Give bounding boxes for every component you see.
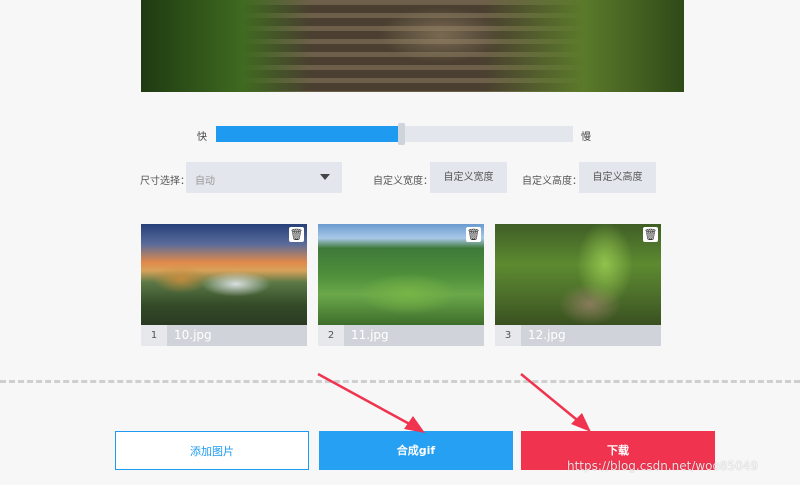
caret-down-icon [320,174,330,180]
speed-slider[interactable] [216,123,573,145]
speed-fast-label: 快 [197,132,207,143]
image-thumbnail [141,224,307,325]
image-card: 🗑 3 12.jpg [495,224,661,346]
custom-height-input[interactable]: 自定义高度 [579,162,656,193]
trash-icon[interactable]: 🗑 [643,227,658,242]
image-caption-bar: 1 10.jpg [141,325,307,346]
trash-icon[interactable]: 🗑 [289,227,304,242]
speed-slow-label: 慢 [581,132,591,143]
image-filename: 12.jpg [528,328,566,342]
image-index: 1 [141,325,167,346]
add-image-button[interactable]: 添加图片 [115,431,309,470]
watermark: https://blog.csdn.net/woo85049 [567,459,759,473]
size-select-label: 尺寸选择： [140,176,190,187]
image-thumbnail [318,224,484,325]
dashed-divider [0,380,800,383]
image-card: 🗑 1 10.jpg [141,224,307,346]
image-caption-bar: 3 12.jpg [495,325,661,346]
image-index: 2 [318,325,344,346]
image-card: 🗑 2 11.jpg [318,224,484,346]
speed-slider-handle[interactable] [398,123,405,145]
make-gif-button[interactable]: 合成gif [319,431,513,470]
size-select[interactable]: 自动 [186,162,342,193]
size-select-value: 自动 [195,176,215,187]
speed-slider-fill [216,126,398,142]
custom-width-label: 自定义宽度： [373,176,433,187]
custom-width-input[interactable]: 自定义宽度 [430,162,507,193]
gif-preview-image [141,0,684,92]
image-filename: 10.jpg [174,328,212,342]
arrow-head [571,413,591,432]
image-thumbnail [495,224,661,325]
image-caption-bar: 2 11.jpg [318,325,484,346]
trash-icon[interactable]: 🗑 [466,227,481,242]
image-index: 3 [495,325,521,346]
image-filename: 11.jpg [351,328,389,342]
custom-height-label: 自定义高度： [522,176,582,187]
